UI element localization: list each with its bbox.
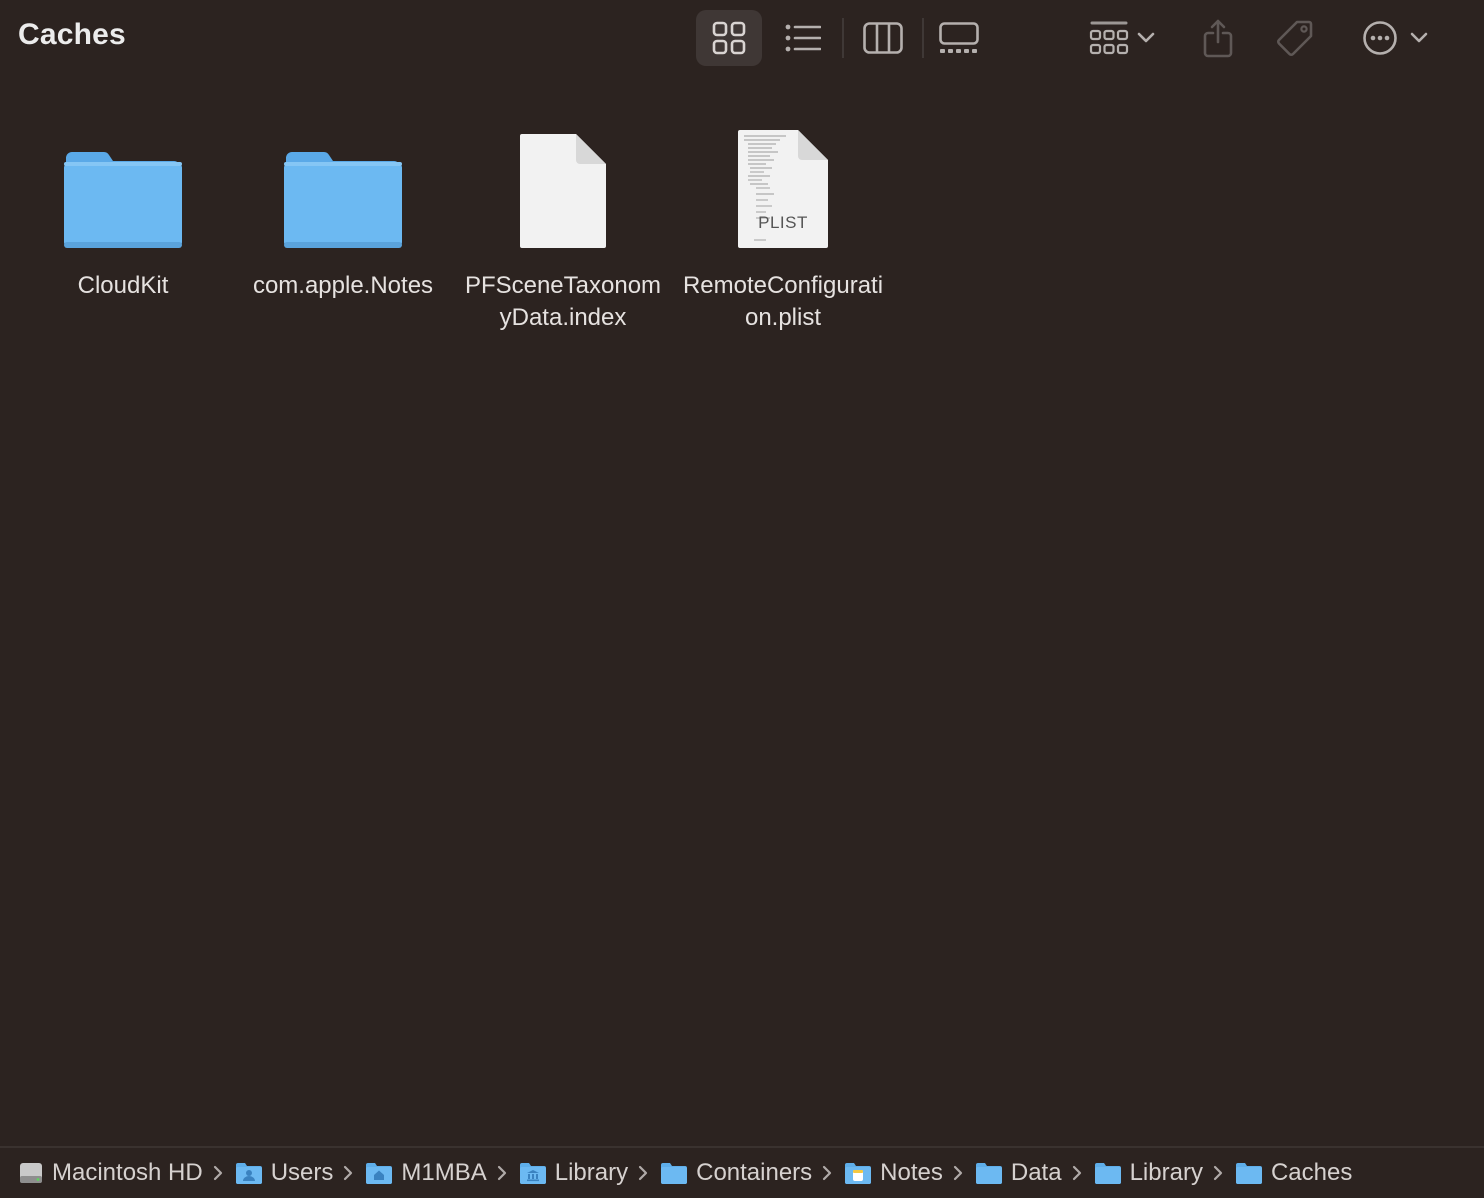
folder-icon — [1235, 1161, 1263, 1185]
hard-drive-icon — [18, 1160, 44, 1186]
chevron-right-icon — [1072, 1165, 1082, 1181]
file-name: PFSceneTaxonomyData.index — [464, 272, 662, 331]
breadcrumb-label: Data — [1010, 1159, 1062, 1186]
breadcrumb-label: M1MBA — [401, 1159, 487, 1186]
folder-icon — [1094, 1161, 1122, 1185]
gallery-view-icon — [939, 22, 979, 53]
chevron-right-icon — [822, 1165, 832, 1181]
file-item-com-apple-notes[interactable]: com.apple.Notes — [233, 120, 453, 302]
chevron-right-icon — [343, 1165, 353, 1181]
file-item-cloudkit[interactable]: CloudKit — [13, 120, 233, 302]
breadcrumb-label: Macintosh HD — [52, 1159, 203, 1186]
more-actions-icon — [1363, 21, 1397, 55]
chevron-right-icon — [213, 1165, 223, 1181]
list-view-icon — [785, 24, 821, 52]
file-item-pfscenetaxonomydata[interactable]: PFSceneTaxonomyData.index — [453, 120, 673, 334]
breadcrumb-label: Library — [1129, 1159, 1203, 1186]
file-name: com.apple.Notes — [252, 272, 434, 299]
path-bar: Macintosh HD Users M1MBA Library Contain… — [0, 1146, 1484, 1198]
chevron-right-icon — [1213, 1165, 1223, 1181]
breadcrumb-m1mba[interactable]: M1MBA — [365, 1159, 487, 1187]
grid-view-icon — [712, 21, 746, 55]
breadcrumb-caches[interactable]: Caches — [1235, 1159, 1352, 1187]
folder-icon — [284, 152, 402, 248]
file-name: CloudKit — [77, 272, 169, 299]
chevron-down-icon — [1137, 32, 1155, 43]
group-button[interactable] — [1080, 10, 1164, 66]
users-folder-icon — [235, 1161, 263, 1185]
breadcrumb-macintosh-hd[interactable]: Macintosh HD — [18, 1159, 203, 1187]
tag-button[interactable] — [1266, 10, 1324, 66]
breadcrumb-label: Users — [270, 1159, 334, 1186]
breadcrumb-containers[interactable]: Containers — [660, 1159, 812, 1187]
column-view-button[interactable] — [850, 10, 916, 66]
tag-icon — [1277, 20, 1313, 56]
window-title: Caches — [18, 18, 126, 51]
column-view-icon — [863, 22, 903, 54]
gallery-view-button[interactable] — [926, 10, 992, 66]
more-actions-button[interactable] — [1352, 10, 1438, 66]
breadcrumb-library[interactable]: Library — [519, 1159, 628, 1187]
notes-folder-icon — [844, 1161, 872, 1185]
list-view-button[interactable] — [770, 10, 836, 66]
finder-window: Caches CloudKit com.apple.Notes PFSceneT… — [0, 0, 1484, 1198]
toolbar: Caches — [0, 0, 1484, 76]
breadcrumb-notes[interactable]: Notes — [844, 1159, 943, 1187]
plist-badge: PLIST — [758, 213, 808, 232]
chevron-right-icon — [638, 1165, 648, 1181]
file-icon-grid: CloudKit com.apple.Notes PFSceneTaxonomy… — [0, 76, 1484, 1146]
breadcrumb-label: Notes — [880, 1159, 943, 1186]
file-name: RemoteConfiguration.plist — [682, 272, 884, 331]
breadcrumb-label: Library — [554, 1159, 629, 1186]
file-item-remoteconfiguration-plist[interactable]: PLIST RemoteConfiguration.plist — [673, 120, 893, 334]
breadcrumb-users[interactable]: Users — [235, 1159, 334, 1187]
share-button[interactable] — [1190, 10, 1246, 66]
breadcrumb-data[interactable]: Data — [975, 1159, 1062, 1187]
chevron-right-icon — [953, 1165, 963, 1181]
breadcrumb-label: Caches — [1270, 1159, 1353, 1186]
library-folder-icon — [519, 1161, 547, 1185]
share-icon — [1203, 19, 1233, 58]
chevron-right-icon — [497, 1165, 507, 1181]
group-icon — [1089, 21, 1129, 55]
breadcrumb-library-2[interactable]: Library — [1094, 1159, 1203, 1187]
toolbar-separator — [922, 18, 924, 58]
folder-icon — [975, 1161, 1003, 1185]
document-icon — [520, 134, 606, 248]
breadcrumb-label: Containers — [696, 1159, 813, 1186]
folder-icon — [64, 152, 182, 248]
toolbar-separator — [842, 18, 844, 58]
icon-view-button[interactable] — [696, 10, 762, 66]
chevron-down-icon — [1410, 32, 1428, 43]
home-folder-icon — [365, 1161, 393, 1185]
folder-icon — [660, 1161, 688, 1185]
